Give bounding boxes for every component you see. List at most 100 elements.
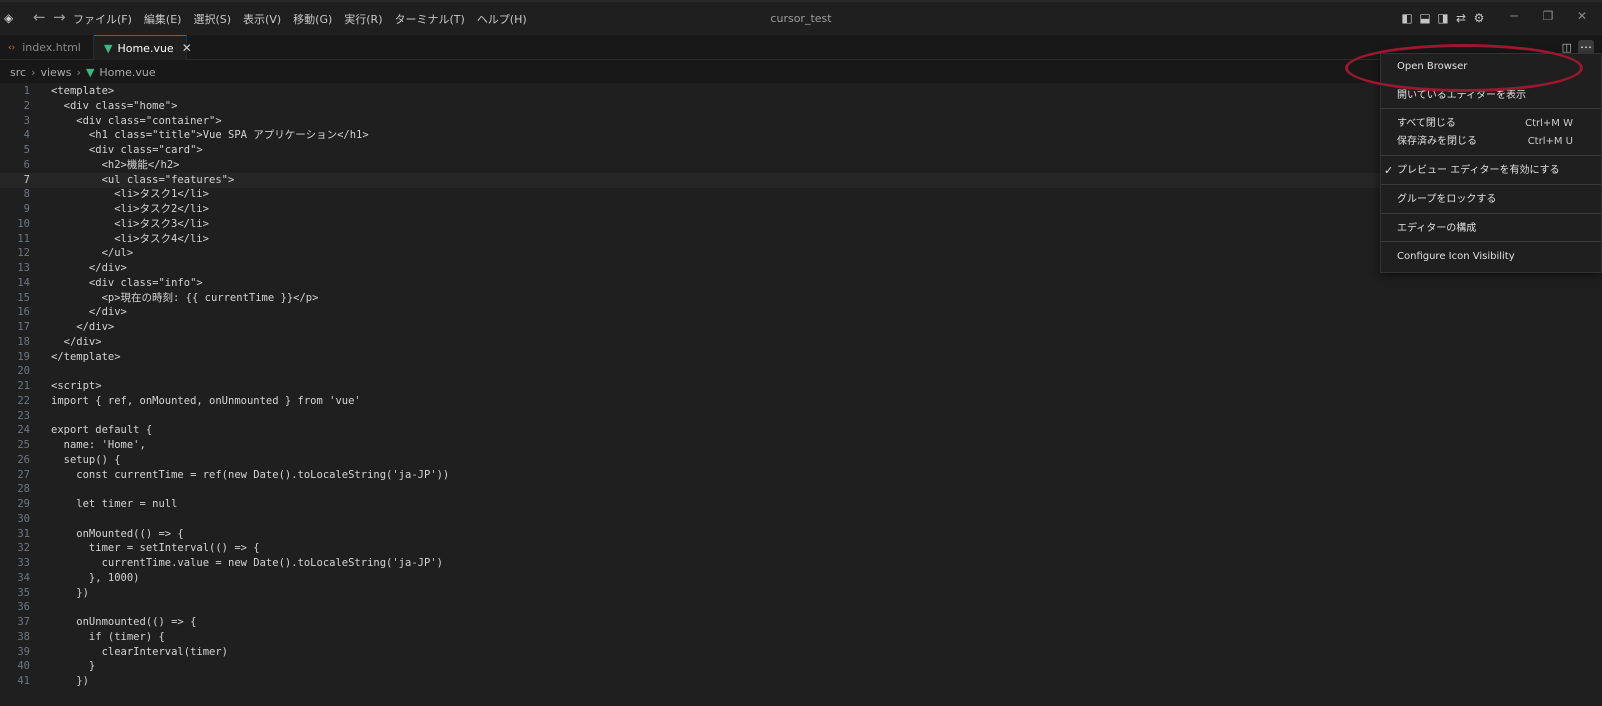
- tab-home-vue[interactable]: ▼ Home.vue ✕: [94, 35, 192, 60]
- line-number: 12: [17, 247, 30, 260]
- code-line[interactable]: 41 }): [0, 674, 1390, 689]
- code-line[interactable]: 4 <h1 class="title">Vue SPA アプリケーション</h1…: [0, 128, 1390, 143]
- menu-item[interactable]: 開いているエディターを表示: [1381, 87, 1601, 105]
- close-window-icon[interactable]: ✕: [1576, 9, 1588, 23]
- code-line[interactable]: 22 import { ref, onMounted, onUnmounted }…: [0, 394, 1390, 409]
- code-text: name: 'Home',: [51, 439, 146, 451]
- code-line[interactable]: 19 </template>: [0, 350, 1390, 365]
- toggle-secondary-sidebar-icon[interactable]: ◨: [1436, 11, 1450, 25]
- code-line[interactable]: 12 </ul>: [0, 246, 1390, 261]
- code-line[interactable]: 10 <li>タスク3</li>: [0, 217, 1390, 232]
- breadcrumb-item[interactable]: views: [40, 66, 71, 79]
- close-icon[interactable]: ✕: [182, 41, 192, 55]
- menu-run[interactable]: 実行(R): [344, 11, 382, 27]
- menu-item[interactable]: ✓ プレビュー エディターを有効にする: [1381, 162, 1601, 180]
- toggle-primary-sidebar-icon[interactable]: ◧: [1400, 11, 1414, 25]
- code-line[interactable]: 27 const currentTime = ref(new Date().to…: [0, 468, 1390, 483]
- code-editor[interactable]: 1 <template> 2 <div class="home"> 3 <div cl…: [0, 83, 1602, 706]
- menu-edit[interactable]: 編集(E): [144, 11, 182, 27]
- back-arrow-icon[interactable]: ←: [33, 8, 46, 26]
- tab-index-html[interactable]: ‹› index.html: [0, 35, 94, 60]
- menu-item[interactable]: すべて閉じる Ctrl+M W: [1381, 115, 1601, 133]
- code-line[interactable]: 15 <p>現在の時刻: {{ currentTime }}</p>: [0, 291, 1390, 306]
- menu-terminal[interactable]: ターミナル(T): [395, 11, 465, 27]
- code-line[interactable]: 39 clearInterval(timer): [0, 645, 1390, 660]
- code-line[interactable]: 18 </div>: [0, 335, 1390, 350]
- restore-icon[interactable]: ❐: [1542, 9, 1554, 23]
- menu-separator: [1381, 241, 1601, 242]
- menu-item[interactable]: Open Browser: [1381, 58, 1601, 76]
- code-line[interactable]: 26 setup() {: [0, 453, 1390, 468]
- code-line[interactable]: 32 timer = setInterval(() => {: [0, 541, 1390, 556]
- minimize-icon[interactable]: ─: [1508, 9, 1520, 23]
- menu-bar: ファイル(F) 編集(E) 選択(S) 表示(V) 移動(G) 実行(R) ター…: [73, 2, 539, 35]
- code-text: let timer = null: [51, 498, 178, 510]
- code-line[interactable]: 30: [0, 512, 1390, 527]
- line-number: 5: [23, 144, 30, 156]
- menu-go[interactable]: 移動(G): [293, 11, 332, 27]
- code-line[interactable]: 2 <div class="home">: [0, 99, 1390, 114]
- code-line[interactable]: 33 currentTime.value = new Date().toLoca…: [0, 556, 1390, 571]
- code-text: <ul class="features">: [51, 173, 235, 186]
- menu-selection[interactable]: 選択(S): [193, 11, 231, 27]
- menu-view[interactable]: 表示(V): [243, 11, 281, 27]
- code-line[interactable]: 29 let timer = null: [0, 497, 1390, 512]
- html-file-icon: ‹›: [8, 42, 16, 53]
- code-line[interactable]: 3 <div class="container">: [0, 114, 1390, 129]
- line-number: 24: [17, 424, 30, 437]
- menu-item[interactable]: グループをロックする: [1381, 191, 1601, 209]
- editor-actions-context-menu: Open Browser 開いているエディターを表示 すべて閉じる Ctrl+M W 保…: [1380, 53, 1602, 273]
- menu-item[interactable]: エディターの構成: [1381, 220, 1601, 238]
- code-line[interactable]: 17 </div>: [0, 320, 1390, 335]
- code-line[interactable]: 7 <ul class="features">: [0, 172, 1390, 188]
- code-line[interactable]: 37 onUnmounted(() => {: [0, 615, 1390, 630]
- breadcrumb-item[interactable]: src: [10, 66, 26, 79]
- line-number: 11: [17, 232, 30, 245]
- code-line[interactable]: 34 }, 1000): [0, 571, 1390, 586]
- code-text: <div class="info">: [51, 276, 203, 289]
- line-number: 34: [17, 571, 30, 584]
- forward-arrow-icon[interactable]: →: [53, 8, 66, 26]
- code-line[interactable]: 14 <div class="info">: [0, 276, 1390, 291]
- line-number: 8: [23, 188, 30, 201]
- editor-tab-bar: ‹› index.html ▼ Home.vue ✕ ◫ ⋯: [0, 35, 1602, 60]
- code-line[interactable]: 9 <li>タスク2</li>: [0, 202, 1390, 217]
- line-number: 15: [17, 291, 30, 304]
- line-number: 30: [17, 512, 30, 525]
- code-line[interactable]: 40 }: [0, 659, 1390, 674]
- code-line[interactable]: 5 <div class="card">: [0, 143, 1390, 158]
- menu-separator: [1381, 108, 1601, 109]
- line-number: 32: [17, 542, 30, 555]
- swap-icon[interactable]: ⇄: [1454, 11, 1468, 25]
- code-line[interactable]: 13 </div>: [0, 261, 1390, 276]
- code-line[interactable]: 6 <h2>機能</h2>: [0, 158, 1390, 173]
- menu-help[interactable]: ヘルプ(H): [477, 11, 527, 27]
- menu-item[interactable]: 保存済みを閉じる Ctrl+M U: [1381, 133, 1601, 151]
- line-number: 35: [17, 586, 30, 599]
- code-line[interactable]: 16 </div>: [0, 305, 1390, 320]
- breadcrumb-item[interactable]: Home.vue: [99, 66, 155, 79]
- code-line[interactable]: 20: [0, 364, 1390, 379]
- code-line[interactable]: 23: [0, 409, 1390, 424]
- code-line[interactable]: 25 name: 'Home',: [0, 438, 1390, 453]
- code-line[interactable]: 28: [0, 482, 1390, 497]
- gear-icon[interactable]: ⚙: [1472, 11, 1486, 25]
- menu-item[interactable]: Configure Icon Visibility: [1381, 248, 1601, 266]
- code-line[interactable]: 21 <script>: [0, 379, 1390, 394]
- code-text: </div>: [51, 306, 127, 319]
- menu-item-label: Configure Icon Visibility: [1397, 251, 1515, 262]
- line-number: 17: [17, 321, 30, 333]
- code-line[interactable]: 31 onMounted(() => {: [0, 527, 1390, 542]
- code-line[interactable]: 35 }): [0, 586, 1390, 601]
- code-line[interactable]: 11 <li>タスク4</li>: [0, 232, 1390, 247]
- toggle-panel-icon[interactable]: ⬓: [1418, 11, 1432, 25]
- code-line[interactable]: 1 <template>: [0, 84, 1390, 99]
- code-line[interactable]: 38 if (timer) {: [0, 630, 1390, 645]
- window-controls: ─ ❐ ✕: [1508, 9, 1588, 23]
- code-line[interactable]: 8 <li>タスク1</li>: [0, 187, 1390, 202]
- vue-file-icon: ▼: [104, 41, 113, 55]
- code-line[interactable]: 24 export default {: [0, 423, 1390, 438]
- line-number: 14: [17, 276, 30, 289]
- code-line[interactable]: 36: [0, 600, 1390, 615]
- menu-file[interactable]: ファイル(F): [73, 11, 132, 27]
